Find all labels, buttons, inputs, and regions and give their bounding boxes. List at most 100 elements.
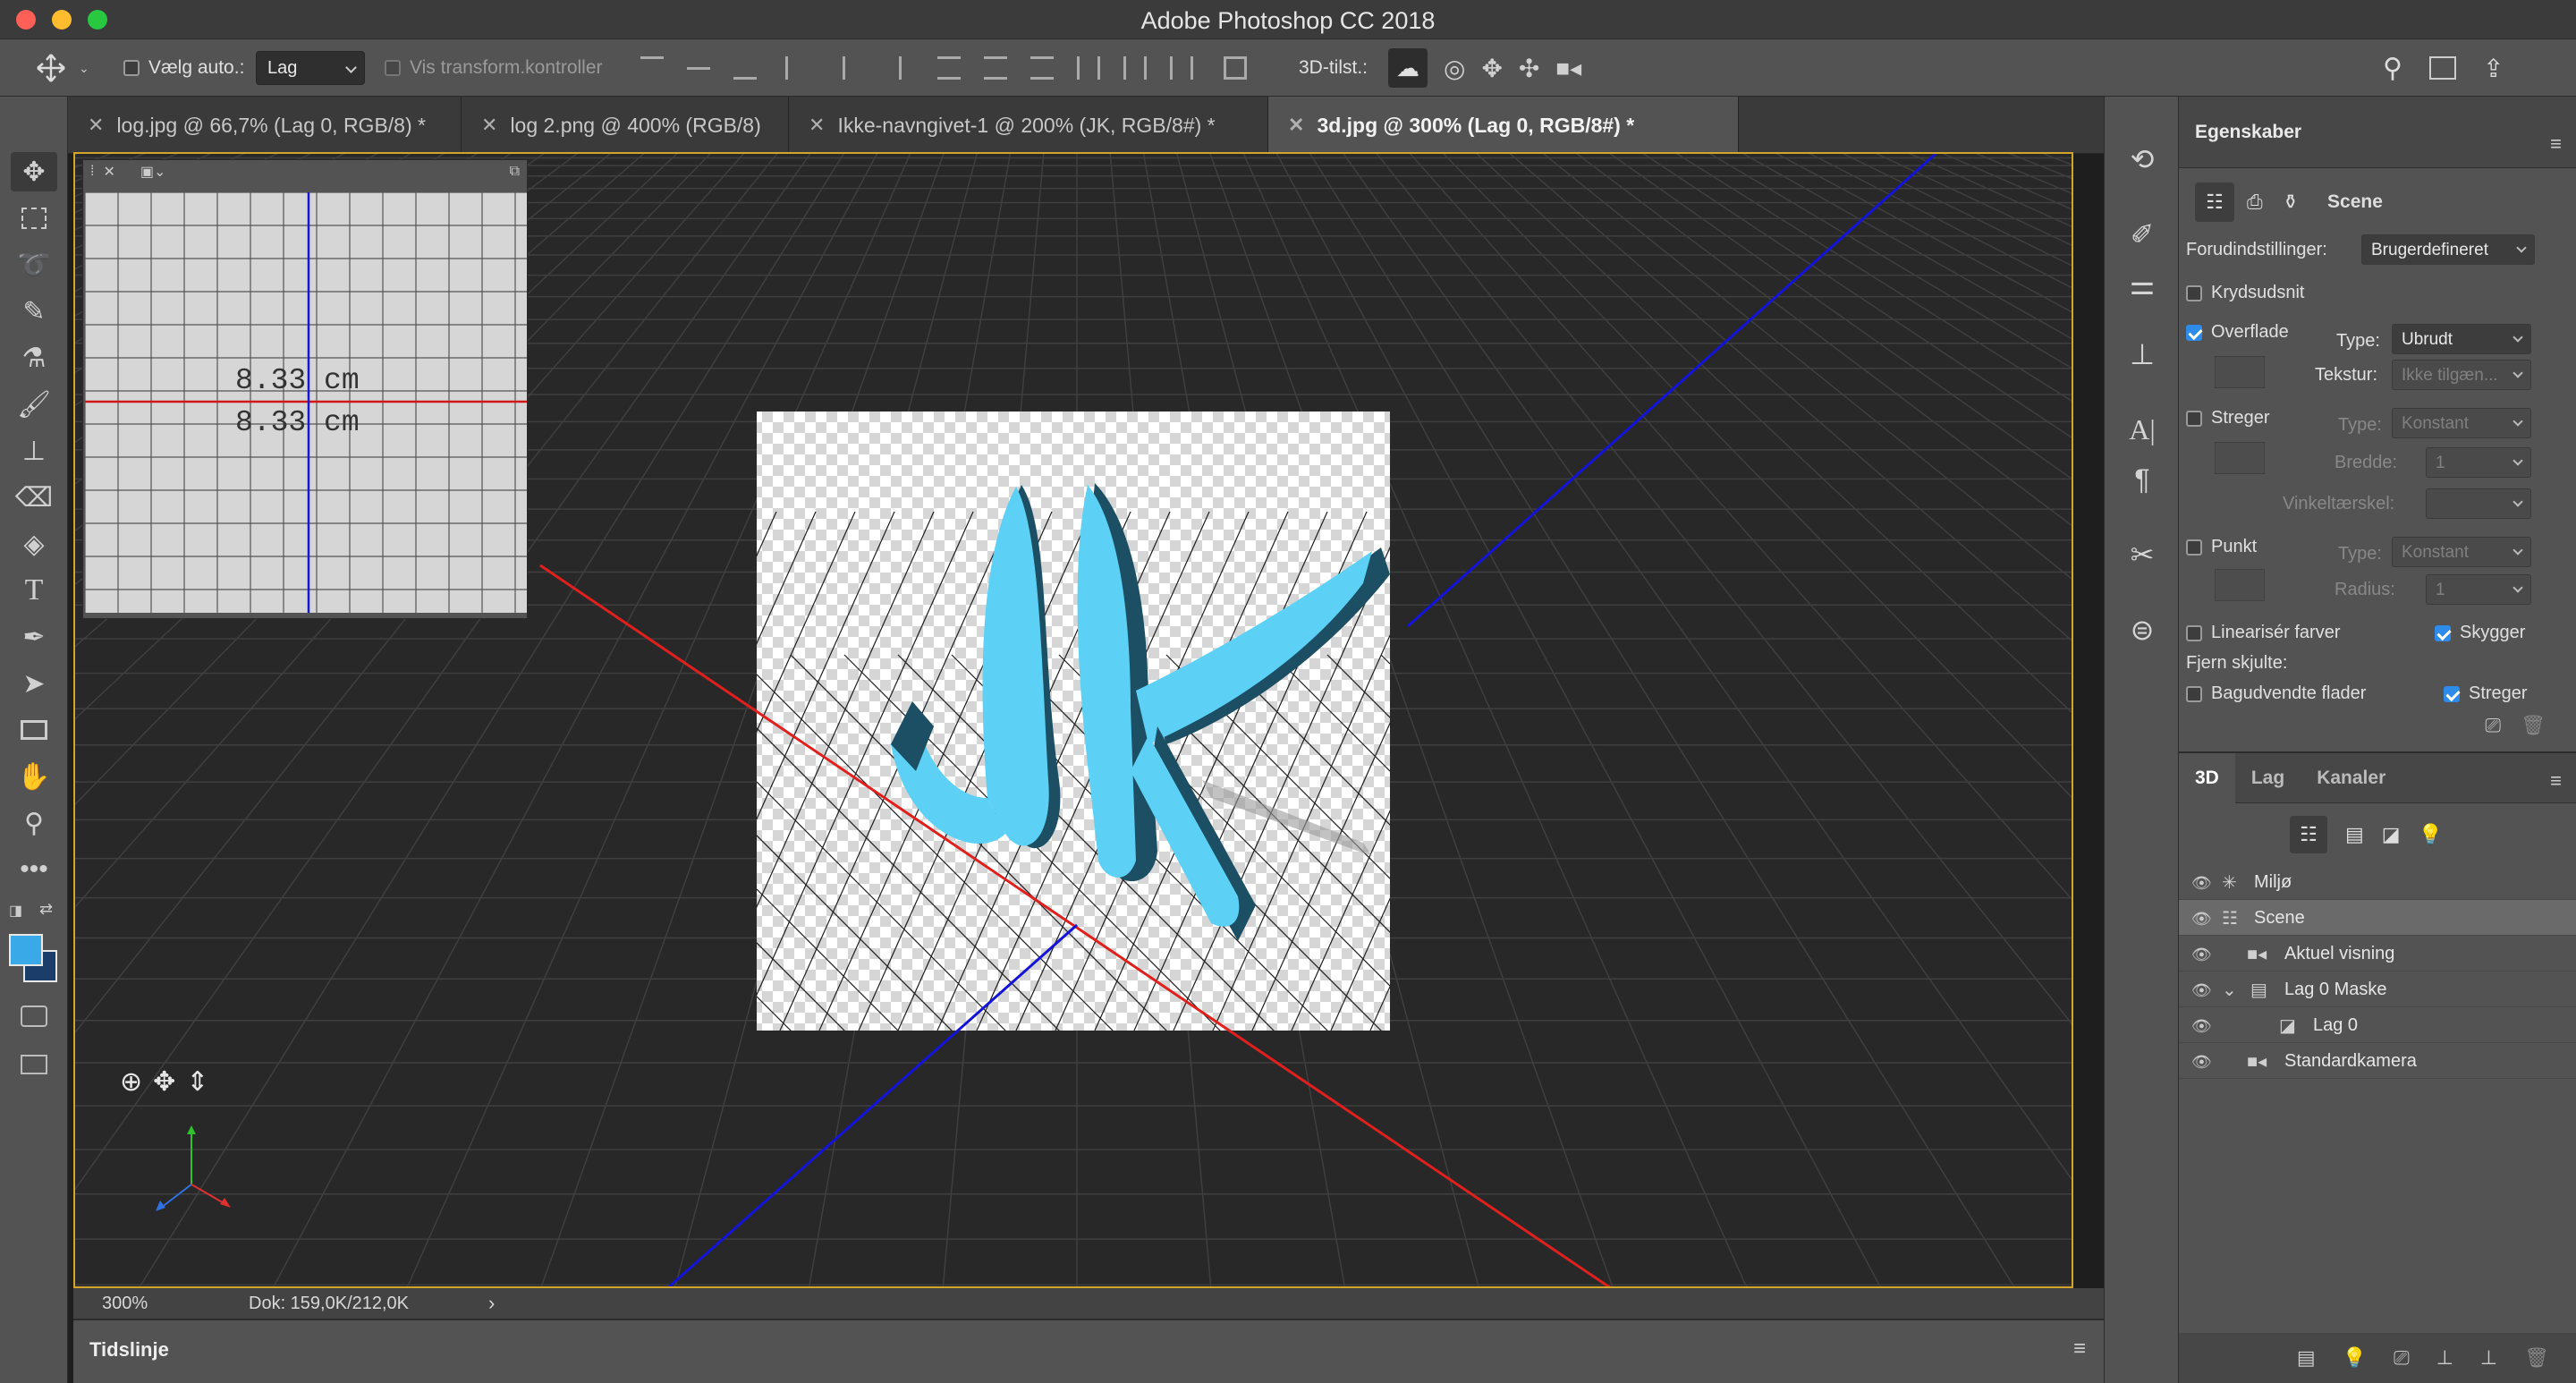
hand-tool-icon[interactable]: ✋ — [11, 757, 57, 796]
libraries-icon[interactable]: ⊜ — [2121, 610, 2164, 649]
adjustments-icon[interactable]: ⚌ — [2121, 265, 2164, 304]
lines-checkbox[interactable] — [2186, 411, 2202, 427]
tree-item-layer0[interactable]: 👁 ◪ Lag 0 — [2179, 1007, 2576, 1043]
hidden-lines-checkbox[interactable] — [2444, 686, 2460, 702]
paint-bucket-tool-icon[interactable]: ◈ — [11, 524, 57, 564]
zoom-tool-icon[interactable]: ⚲ — [11, 803, 57, 843]
auto-select-check[interactable] — [123, 60, 140, 76]
tree-item-default-camera[interactable]: 👁 ■◂ Standardkamera — [2179, 1043, 2576, 1079]
visibility-eye-icon[interactable]: 👁 — [2191, 946, 2212, 964]
path-select-tool-icon[interactable]: ➤ — [11, 664, 57, 703]
move-tool-preset-picker[interactable]: ⌄ — [36, 39, 89, 97]
dolly-camera-icon[interactable]: ⇕ — [186, 1066, 208, 1098]
tab-log-jpg[interactable]: ✕ log.jpg @ 66,7% (Lag 0, RGB/8) * — [68, 97, 462, 154]
surface-type-dropdown[interactable]: Ubrudt — [2392, 324, 2531, 354]
eyedropper-tool-icon[interactable]: ⚗ — [11, 338, 57, 378]
move-tool-icon[interactable]: ✥ — [11, 152, 57, 191]
coordinates-icon[interactable]: ⚱ — [2283, 191, 2299, 214]
show-transform-checkbox[interactable]: Vis transform.kontroller — [385, 39, 603, 97]
workspace-icon[interactable] — [2428, 56, 2456, 80]
quick-mask-icon[interactable] — [11, 997, 57, 1036]
visibility-eye-icon[interactable]: 👁 — [2191, 910, 2212, 929]
view-select-icon[interactable]: ▣⌄ — [140, 163, 166, 181]
tab-channels[interactable]: Kanaler — [2301, 768, 2402, 789]
document-canvas[interactable]: ⁞ ✕ ▣⌄ ⧉ 8.33 cm 8.33 cm ⊕ ✥ ⇕ — [73, 152, 2073, 1288]
distribute-bottom-icon[interactable] — [1030, 56, 1054, 80]
history-icon[interactable]: ⟲ — [2121, 140, 2164, 179]
meshes-filter-icon[interactable]: ▤ — [2345, 823, 2364, 846]
show-transform-check[interactable] — [385, 60, 401, 76]
distribute-right-icon[interactable] — [1170, 56, 1193, 80]
swap-colors-icon[interactable]: ⇄ — [39, 900, 53, 919]
orbit-3d-icon[interactable]: ☁ — [1388, 48, 1428, 88]
new-mesh-icon[interactable]: ▤ — [2297, 1346, 2316, 1370]
surface-checkbox[interactable] — [2186, 325, 2202, 341]
lights-filter-icon[interactable]: 💡 — [2419, 823, 2443, 846]
texture-dropdown[interactable]: Ikke tilgæn... — [2392, 360, 2531, 390]
materials-filter-icon[interactable]: ◪ — [2382, 823, 2401, 846]
share-icon[interactable]: ⇪ — [2483, 54, 2504, 83]
ground-plane-icon[interactable]: ⊥ — [2436, 1346, 2453, 1370]
panel-menu-icon[interactable]: ≡ — [2550, 132, 2562, 156]
stamp-tool-icon[interactable]: ⊥ — [11, 431, 57, 471]
align-left-icon[interactable] — [785, 56, 809, 80]
tree-item-current-view[interactable]: 👁 ■◂ Aktuel visning — [2179, 936, 2576, 971]
zoom-level[interactable]: 300% — [102, 1294, 148, 1314]
align-top-icon[interactable] — [640, 56, 664, 80]
visibility-eye-icon[interactable]: 👁 — [2191, 981, 2212, 1000]
tool-presets-icon[interactable]: ✂ — [2121, 535, 2164, 574]
point-checkbox[interactable] — [2186, 539, 2202, 556]
align-bottom-icon[interactable] — [733, 56, 757, 80]
distribute-hcenter-icon[interactable] — [1123, 56, 1147, 80]
video-3d-icon[interactable]: ■◂ — [1555, 55, 1581, 82]
pan-camera-icon[interactable]: ✥ — [153, 1066, 175, 1098]
delete-icon[interactable]: 🗑 — [2524, 1346, 2549, 1370]
type-tool-icon[interactable]: T — [11, 571, 57, 610]
angle-threshold-field[interactable] — [2426, 488, 2531, 519]
brush-tool-icon[interactable]: 🖌 — [11, 385, 57, 424]
preset-dropdown[interactable]: Brugerdefineret — [2361, 234, 2535, 265]
delete-icon[interactable]: 🗑 — [2521, 714, 2546, 737]
lasso-tool-icon[interactable]: ➰ — [11, 245, 57, 284]
lines-type-dropdown[interactable]: Konstant — [2392, 408, 2531, 438]
chevron-down-icon[interactable]: ⌄ — [2222, 979, 2237, 1001]
tree-item-layer0-mask[interactable]: 👁 ⌄ ▤ Lag 0 Maske — [2179, 971, 2576, 1007]
properties-title[interactable]: Egenskaber — [2179, 122, 2301, 143]
default-colors-icon[interactable]: ◨ — [9, 902, 22, 920]
distribute-top-icon[interactable] — [937, 56, 961, 80]
slide-3d-icon[interactable]: ✣ — [1519, 54, 1539, 83]
point-type-dropdown[interactable]: Konstant — [2392, 537, 2531, 567]
distribute-vcenter-icon[interactable] — [984, 56, 1007, 80]
distribute-left-icon[interactable] — [1077, 56, 1100, 80]
marquee-tool-icon[interactable] — [11, 199, 57, 238]
render-icon[interactable]: ⎚ — [2485, 714, 2501, 737]
search-icon[interactable]: ⚲ — [2383, 53, 2402, 84]
paragraph-icon[interactable]: ¶ — [2121, 460, 2164, 499]
secondary-3d-view[interactable]: ⁞ ✕ ▣⌄ ⧉ 8.33 cm 8.33 cm — [82, 159, 528, 619]
shadows-checkbox[interactable] — [2435, 625, 2451, 641]
lines-width-field[interactable]: 1 — [2426, 447, 2531, 478]
align-hcenter-icon[interactable] — [843, 56, 866, 80]
pen-tool-icon[interactable]: ✒ — [11, 617, 57, 657]
visibility-eye-icon[interactable]: 👁 — [2191, 1053, 2212, 1072]
close-tab-icon[interactable]: ✕ — [481, 114, 497, 137]
tree-item-environment[interactable]: 👁 ✳ Miljø — [2179, 864, 2576, 900]
auto-select-target-dropdown[interactable]: Lag — [256, 51, 365, 85]
panel-menu-icon[interactable]: ≡ — [2073, 1336, 2086, 1362]
orbit-camera-icon[interactable]: ⊕ — [120, 1066, 142, 1098]
tab-layers[interactable]: Lag — [2235, 768, 2301, 789]
render-icon[interactable]: ⎚ — [2394, 1346, 2410, 1370]
linearize-checkbox[interactable] — [2186, 625, 2202, 641]
point-radius-field[interactable]: 1 — [2426, 574, 2531, 605]
auto-select-checkbox[interactable]: Vælg auto.: — [123, 39, 244, 97]
align-vcenter-icon[interactable] — [687, 67, 710, 90]
visibility-eye-icon[interactable]: 👁 — [2191, 874, 2212, 893]
panel-menu-icon[interactable]: ≡ — [2550, 769, 2562, 793]
new-light-icon[interactable]: 💡 — [2343, 1346, 2367, 1370]
close-tab-icon[interactable]: ✕ — [1288, 114, 1304, 137]
quick-select-tool-icon[interactable]: ✎ — [11, 292, 57, 331]
clone-source-icon[interactable]: ⊥ — [2121, 335, 2164, 374]
visibility-eye-icon[interactable]: 👁 — [2191, 1017, 2212, 1036]
screen-mode-icon[interactable] — [11, 1045, 57, 1084]
tab-ikke-navngivet[interactable]: ✕ Ikke-navngivet-1 @ 200% (JK, RGB/8#) * — [789, 97, 1268, 154]
